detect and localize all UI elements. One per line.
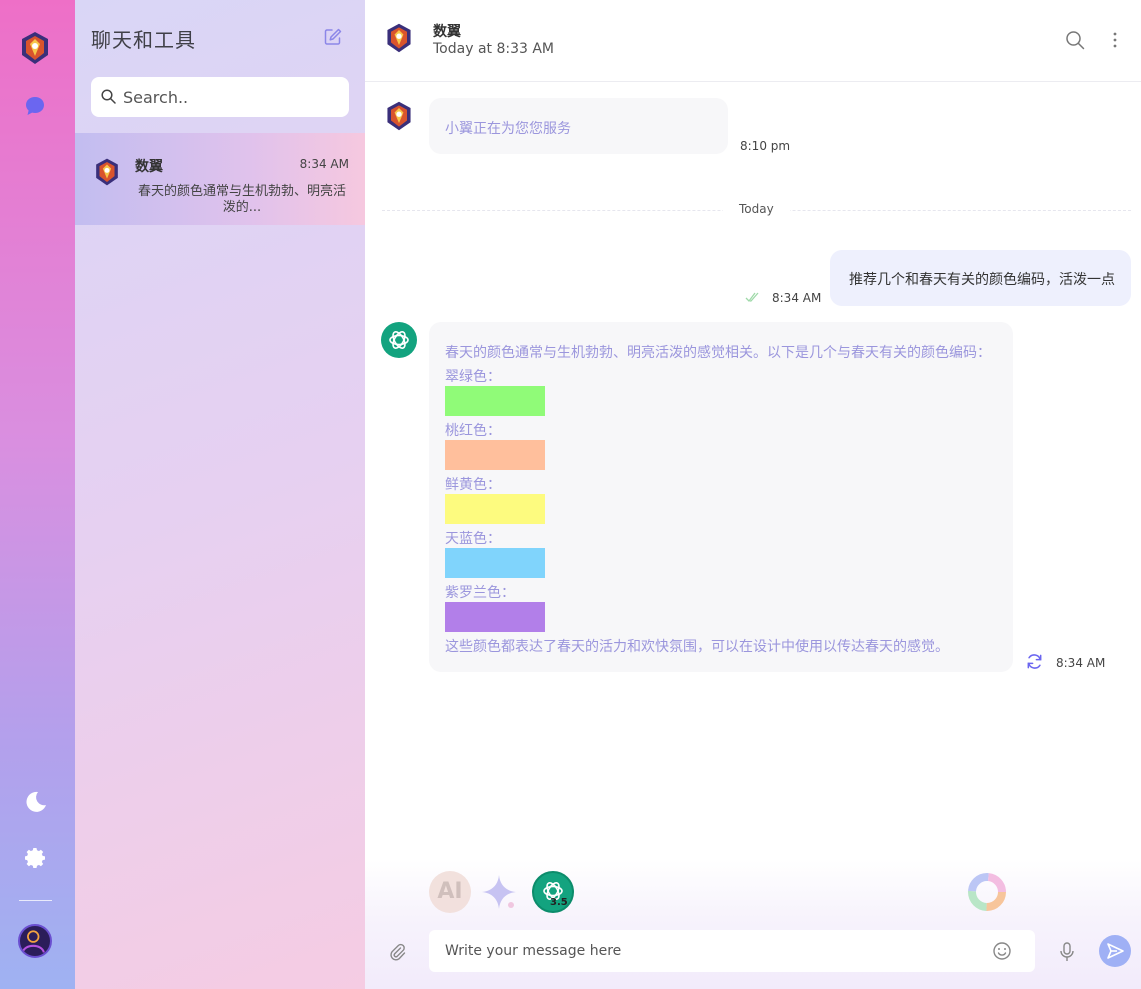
date-divider-label: Today [723, 202, 790, 216]
bot-avatar-icon [387, 23, 411, 53]
bot-avatar-icon [96, 158, 118, 186]
assistant-message: 春天的颜色通常与生机勃勃、明亮活泼的感觉相关。以下是几个与春天有关的颜色编码： … [429, 322, 1013, 672]
message-intro: 春天的颜色通常与生机勃勃、明亮活泼的感觉相关。以下是几个与春天有关的颜色编码： [445, 345, 991, 361]
color-swatch [445, 440, 545, 470]
color-ring-icon[interactable] [966, 871, 1008, 913]
color-label: 桃红色： [445, 423, 501, 439]
message-outro: 这些颜色都表达了春天的活力和欢快氛围，可以在设计中使用以传达春天的感觉。 [445, 639, 949, 655]
avatar-icon[interactable] [18, 924, 52, 958]
chat-icon[interactable] [24, 95, 46, 117]
message-text: 小翼正在为您您服务 [445, 121, 571, 137]
edit-icon[interactable] [323, 27, 343, 47]
color-label: 鲜黄色： [445, 477, 501, 493]
send-button[interactable] [1099, 935, 1131, 967]
search-icon[interactable] [1065, 30, 1085, 50]
search-icon [101, 89, 116, 104]
message-composer [429, 930, 1035, 972]
emoji-icon[interactable] [992, 941, 1012, 961]
chat-status: Today at 8:33 AM [433, 41, 555, 57]
moon-icon[interactable] [24, 790, 48, 814]
color-swatch [445, 386, 545, 416]
message-text: 推荐几个和春天有关的颜色编码，活泼一点 [849, 272, 1115, 288]
chatgpt-avatar-icon [381, 322, 417, 358]
message-time: 8:34 AM [1056, 656, 1106, 670]
chatgpt-model-icon[interactable]: 3.5 [532, 871, 574, 913]
gemini-model-icon[interactable] [478, 871, 520, 913]
search-input[interactable] [123, 77, 343, 117]
model-version: 3.5 [550, 897, 568, 908]
message-input[interactable] [445, 930, 985, 972]
app-logo-icon[interactable] [17, 30, 53, 66]
bot-message: 小翼正在为您您服务 [429, 98, 728, 154]
conversation-name: 数翼 [135, 159, 163, 175]
left-rail [0, 0, 75, 989]
gear-icon[interactable] [24, 846, 48, 870]
color-label: 天蓝色： [445, 531, 501, 547]
chat-title: 数翼 [433, 24, 461, 40]
microphone-icon[interactable] [1057, 941, 1077, 963]
regenerate-icon[interactable] [1025, 652, 1044, 671]
chat-panel: 数翼 Today at 8:33 AM 小翼正在为您您服务 8:10 pm To… [365, 0, 1141, 989]
search-box [91, 77, 349, 117]
conversation-sidebar: 聊天和工具 数翼 8:34 AM 春天的颜色通常与生机勃勃、明亮活泼的... [75, 0, 365, 989]
claude-model-icon[interactable]: AI [429, 871, 471, 913]
conversation-item[interactable]: 数翼 8:34 AM 春天的颜色通常与生机勃勃、明亮活泼的... [75, 133, 365, 225]
message-time: 8:10 pm [740, 139, 791, 153]
bot-avatar-icon [387, 101, 411, 131]
color-swatch [445, 494, 545, 524]
color-swatch [445, 602, 545, 632]
chat-header: 数翼 Today at 8:33 AM [365, 0, 1141, 82]
message-time: 8:34 AM [772, 291, 822, 305]
color-label: 翠绿色： [445, 369, 501, 385]
more-vertical-icon[interactable] [1105, 30, 1125, 50]
sidebar-title: 聊天和工具 [91, 28, 196, 52]
conversation-time: 8:34 AM [299, 157, 349, 171]
read-check-icon [745, 292, 759, 302]
conversation-preview: 春天的颜色通常与生机勃勃、明亮活泼的... [137, 184, 346, 215]
rail-divider [19, 900, 52, 901]
send-icon [1107, 943, 1124, 959]
color-swatch [445, 548, 545, 578]
user-message: 推荐几个和春天有关的颜色编码，活泼一点 [830, 250, 1131, 306]
paperclip-icon[interactable] [387, 942, 407, 962]
color-label: 紫罗兰色： [445, 585, 515, 601]
